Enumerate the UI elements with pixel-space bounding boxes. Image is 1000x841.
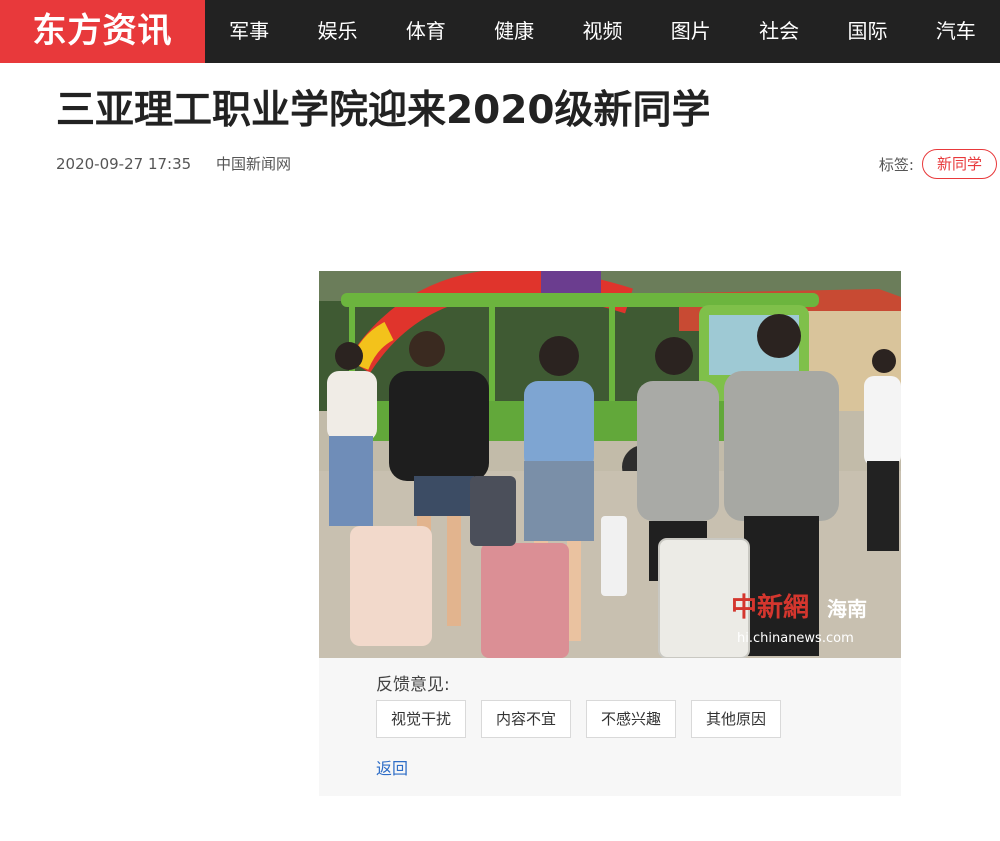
article-meta: 2020-09-27 17:35 中国新闻网 xyxy=(56,152,291,176)
watermark-brand: 中新網 xyxy=(731,592,809,623)
feedback-options: 视觉干扰 内容不宜 不感兴趣 其他原因 xyxy=(376,700,796,738)
watermark-region: 海南 xyxy=(827,597,867,621)
nav-item-auto[interactable]: 汽车 xyxy=(912,0,1000,63)
tags-label: 标签: xyxy=(878,155,914,174)
nav-item-society[interactable]: 社会 xyxy=(735,0,823,63)
article-source: 中国新闻网 xyxy=(215,155,291,173)
feedback-not-interested-button[interactable]: 不感兴趣 xyxy=(586,700,677,738)
nav-item-health[interactable]: 健康 xyxy=(470,0,558,63)
feedback-inappropriate-button[interactable]: 内容不宜 xyxy=(481,700,572,738)
watermark-url: hi.chinanews.com xyxy=(737,631,854,646)
feedback-panel: 反馈意见: 视觉干扰 内容不宜 不感兴趣 其他原因 返回 xyxy=(319,658,901,796)
nav-item-military[interactable]: 军事 xyxy=(205,0,293,63)
nav-item-entertainment[interactable]: 娱乐 xyxy=(293,0,381,63)
nav-item-pictures[interactable]: 图片 xyxy=(647,0,735,63)
category-nav: 军事 娱乐 体育 健康 视频 图片 社会 国际 汽车 xyxy=(205,0,1000,63)
nav-item-video[interactable]: 视频 xyxy=(558,0,646,63)
article-title: 三亚理工职业学院迎来2020级新同学 xyxy=(56,88,711,133)
feedback-other-reason-button[interactable]: 其他原因 xyxy=(691,700,782,738)
tag-pill[interactable]: 新同学 xyxy=(921,149,997,179)
feedback-visual-interference-button[interactable]: 视觉干扰 xyxy=(376,700,467,738)
publish-date: 2020-09-27 17:35 xyxy=(56,155,192,173)
tag-area: 标签: 新同学 xyxy=(879,148,997,180)
top-navigation-bar: 东方资讯 军事 娱乐 体育 健康 视频 图片 社会 国际 汽车 xyxy=(0,0,1000,63)
nav-item-sports[interactable]: 体育 xyxy=(382,0,470,63)
article-photo: 中新網 海南 hi.chinanews.com xyxy=(319,271,901,658)
feedback-label: 反馈意见: xyxy=(376,675,450,695)
nav-item-international[interactable]: 国际 xyxy=(823,0,911,63)
site-logo[interactable]: 东方资讯 xyxy=(0,0,205,63)
feedback-back-link[interactable]: 返回 xyxy=(376,755,408,779)
